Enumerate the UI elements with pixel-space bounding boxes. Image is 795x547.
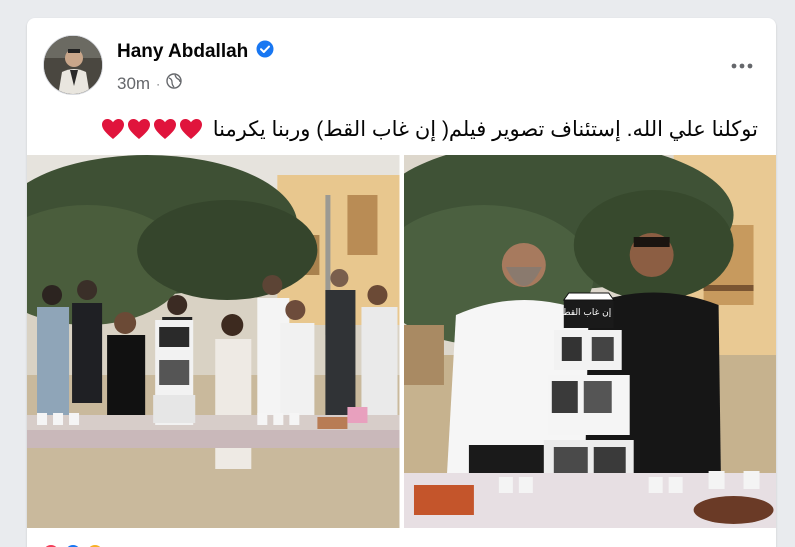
heart-icon <box>179 119 202 139</box>
verified-badge-icon <box>256 40 274 63</box>
group-cake-photo[interactable] <box>27 155 400 528</box>
love-reaction-icon <box>41 543 61 547</box>
like-reaction-icon <box>63 543 83 547</box>
reactions-strip[interactable] <box>41 543 105 547</box>
post-card: Hany Abdallah 30m · توكلنا علي الله. إست… <box>27 18 776 547</box>
haha-reaction-icon <box>85 543 105 547</box>
author-name[interactable]: Hany Abdallah <box>117 41 248 63</box>
post-header: Hany Abdallah 30m · <box>27 18 776 110</box>
photo-grid: إن غاب القط <box>27 155 776 528</box>
author-row: Hany Abdallah <box>117 40 274 63</box>
more-options-icon[interactable] <box>724 48 760 84</box>
post-text: توكلنا علي الله. إستئناف تصوير فيلم( إن … <box>212 117 758 141</box>
avatar[interactable] <box>43 35 103 95</box>
heart-icon <box>153 119 176 139</box>
post-time[interactable]: 30m <box>117 74 150 94</box>
two-men-cake-photo[interactable]: إن غاب القط <box>403 155 776 528</box>
meta-separator: · <box>156 76 161 91</box>
heart-icon <box>101 119 124 139</box>
clapper-text: إن غاب القط <box>562 308 611 318</box>
globe-icon[interactable] <box>166 73 182 94</box>
post-meta: 30m · <box>117 73 182 94</box>
heart-icon <box>127 119 150 139</box>
post-text-row: توكلنا علي الله. إستئناف تصوير فيلم( إن … <box>27 110 776 148</box>
hearts-emoji-group <box>101 118 203 140</box>
